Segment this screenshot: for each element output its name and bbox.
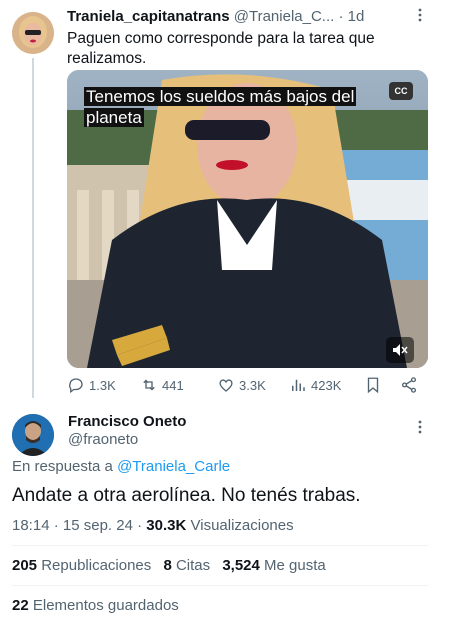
share-action[interactable] <box>400 376 418 394</box>
quotes-stat[interactable]: 8 Citas <box>163 557 210 574</box>
thread-connector-line <box>32 58 34 398</box>
reply-icon <box>69 378 83 394</box>
views-total: 30.3K <box>146 517 187 534</box>
more-vertical-icon[interactable] <box>418 420 422 437</box>
likes-stat[interactable]: 3,524 Me gusta <box>222 557 325 574</box>
views-count: 423K <box>311 377 342 393</box>
like-count: 3.3K <box>239 377 266 393</box>
traniela-avatar[interactable] <box>12 12 54 54</box>
retweet-action[interactable]: 441 <box>140 376 184 394</box>
more-vertical-icon[interactable] <box>418 8 422 25</box>
reply-text: Andate a otra aerolínea. No tenés trabas… <box>12 485 361 506</box>
volume-muted-icon[interactable] <box>386 337 414 363</box>
tweet-time[interactable]: 1d <box>348 8 365 25</box>
bookmark-action[interactable] <box>364 376 382 394</box>
reply-to-link[interactable]: @Traniela_Carle <box>117 458 230 475</box>
reply-context: En respuesta a @Traniela_Carle <box>12 458 230 475</box>
views-action[interactable]: 423K <box>289 376 341 394</box>
retweets-stat[interactable]: 205 Republicaciones <box>12 557 151 574</box>
closed-captions-icon[interactable]: CC <box>389 82 413 100</box>
retweet-count: 441 <box>162 377 184 393</box>
author-name[interactable]: Traniela_capitanatrans <box>67 8 230 25</box>
separator-dot: · <box>338 8 344 25</box>
francisco-avatar[interactable] <box>12 414 54 456</box>
heart-icon <box>219 379 233 392</box>
bookmark-icon <box>367 377 379 394</box>
tweet-actions: 1.3K 441 3.3K 423K <box>67 376 427 396</box>
bookmarks-stat[interactable]: 22 Elementos guardados <box>12 597 179 614</box>
reply-author-name[interactable]: Francisco Oneto <box>68 413 186 430</box>
retweet-icon <box>143 379 155 391</box>
views-label: Visualizaciones <box>190 517 294 534</box>
tweet-timestamp[interactable]: 18:14 <box>12 517 50 534</box>
tweet-date[interactable]: 15 sep. 24 <box>63 517 133 534</box>
share-icon <box>401 377 417 393</box>
author-handle[interactable]: @Traniela_C... <box>234 8 335 25</box>
reply-author-handle[interactable]: @fraoneto <box>68 431 138 448</box>
reply-count: 1.3K <box>89 377 116 393</box>
video-caption: Tenemos los sueldos más bajos del planet… <box>84 87 357 127</box>
divider <box>12 545 428 546</box>
tweet-metadata: 18:14 · 15 sep. 24 · 30.3K Visualizacion… <box>12 517 294 534</box>
engagement-stats: 205 Republicaciones 8 Citas 3,524 Me gus… <box>12 557 326 574</box>
tweet-text: Paguen como corresponde para la tarea qu… <box>67 30 375 67</box>
divider <box>12 585 428 586</box>
tweet-header: Traniela_capitanatrans @Traniela_C... · … <box>67 8 427 25</box>
reply-prefix: En respuesta a <box>12 458 113 475</box>
like-action[interactable]: 3.3K <box>217 376 266 394</box>
reply-action[interactable]: 1.3K <box>67 376 116 394</box>
analytics-icon <box>292 379 305 391</box>
